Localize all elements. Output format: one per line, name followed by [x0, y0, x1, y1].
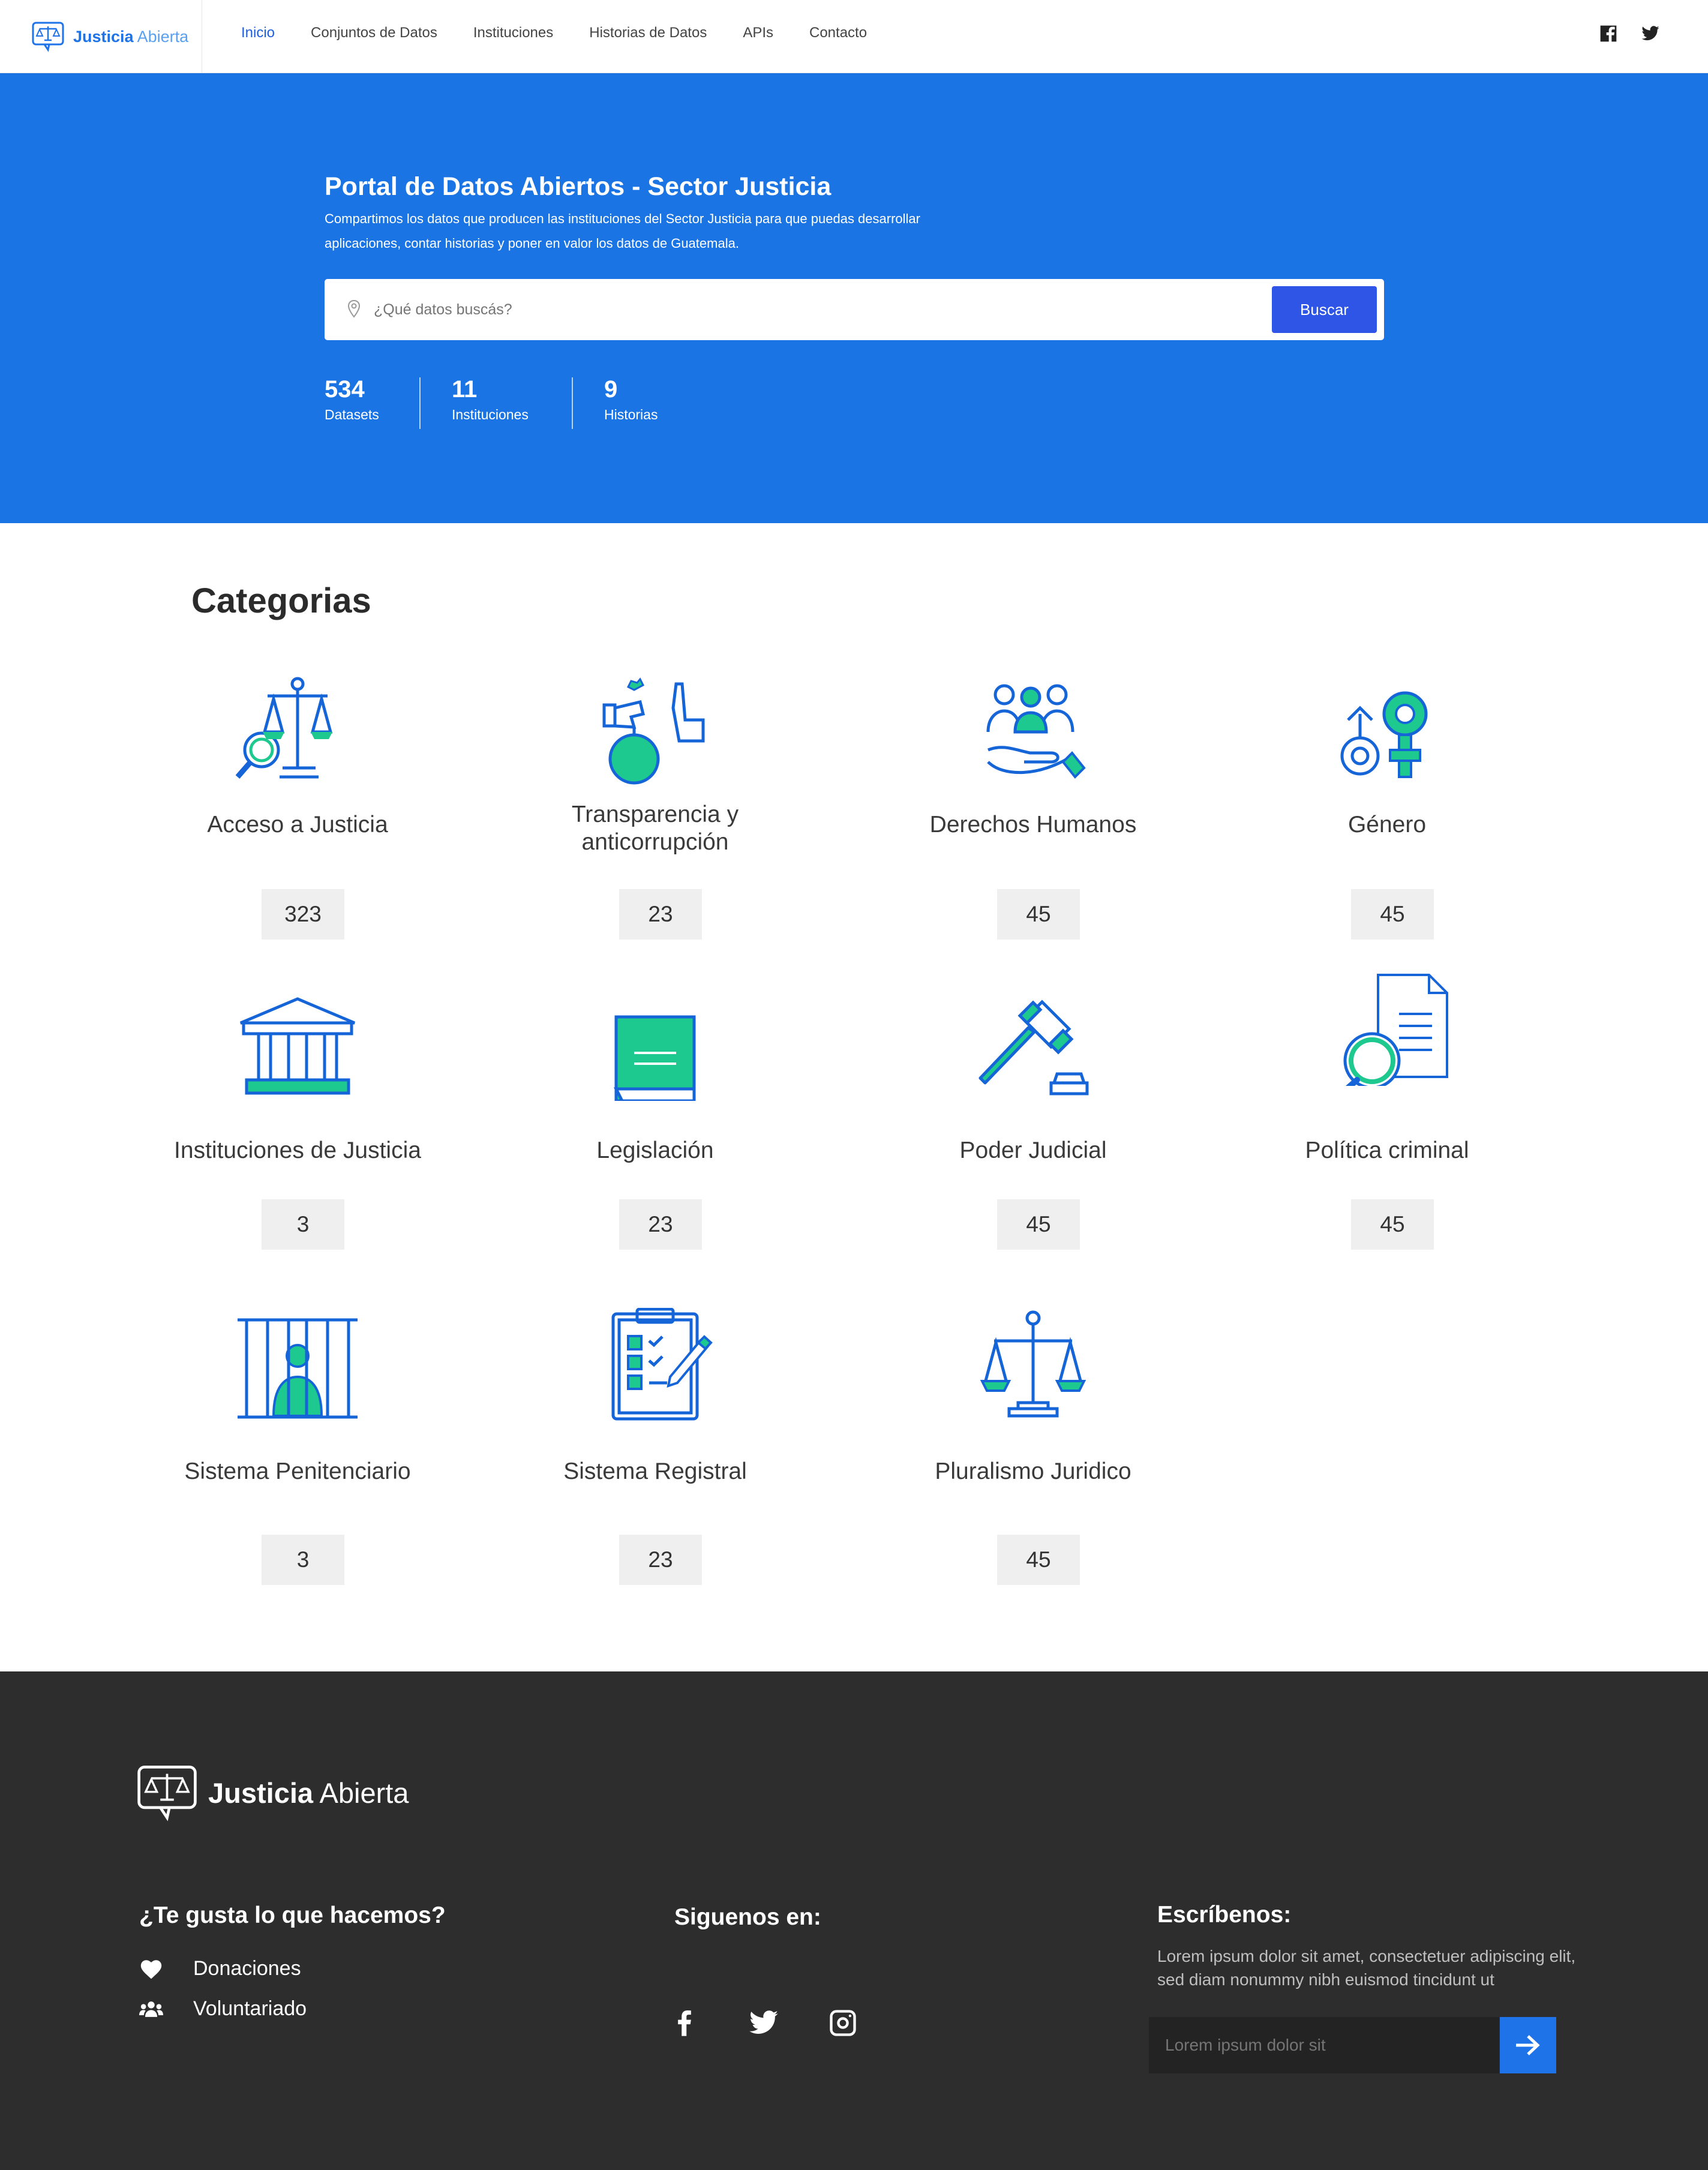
category-count-badge: 23 [619, 889, 702, 940]
search-button[interactable]: Buscar [1272, 286, 1377, 333]
stat-number: 534 [325, 376, 365, 403]
hero-subtitle: Compartimos los datos que producen las i… [325, 211, 920, 251]
nav-apis[interactable]: APIs [743, 25, 773, 41]
scales-logo-icon [32, 22, 64, 52]
category-count-badge: 23 [619, 1535, 702, 1585]
prison-icon [238, 1318, 358, 1419]
header-social [1599, 24, 1660, 43]
category-name: Sistema Registral [563, 1458, 747, 1484]
category-name: Legislación [596, 1137, 714, 1163]
stat-number: 9 [604, 376, 618, 403]
category-card-derechos-humanos[interactable]: Derechos Humanos 45 [907, 672, 1159, 942]
category-count-badge: 23 [619, 1199, 702, 1250]
voluntariado-link[interactable]: Voluntariado [139, 1997, 307, 2021]
category-name: Derechos Humanos [929, 812, 1137, 838]
category-name: Género [1347, 812, 1427, 838]
stat-label: Instituciones [452, 407, 529, 422]
newsletter-input[interactable] [1149, 2017, 1499, 2073]
instagram-icon[interactable] [827, 2007, 858, 2039]
category-count-badge: 45 [997, 1535, 1080, 1585]
nav-inicio[interactable]: Inicio [241, 25, 275, 41]
category-count-badge: 45 [997, 1199, 1080, 1250]
stat-label: Historias [604, 407, 658, 422]
hero-title: Portal de Datos Abiertos - Sector Justic… [325, 172, 832, 201]
gavel-icon [978, 1000, 1089, 1095]
site-logo[interactable]: Justicia Abierta [0, 0, 202, 73]
category-card-poder-judicial[interactable]: Poder Judicial 45 [907, 987, 1159, 1251]
bribe-hand-icon [602, 677, 705, 785]
donaciones-label: Donaciones [193, 1957, 301, 1980]
main-nav: Inicio Conjuntos de Datos Instituciones … [241, 0, 867, 66]
category-card-transparencia[interactable]: Transparencia y anticorrupción 23 [529, 672, 781, 942]
category-card-legislacion[interactable]: Legislación 23 [529, 987, 781, 1251]
write-text: Lorem ipsum dolor sit amet, consectetuer… [1157, 1947, 1576, 1989]
facebook-icon[interactable] [669, 2007, 700, 2039]
stat-label: Datasets [325, 407, 379, 422]
hero-banner: Portal de Datos Abiertos - Sector Justic… [0, 73, 1708, 523]
categories-heading: Categorias [191, 581, 371, 620]
category-card-instituciones-de-justicia[interactable]: Instituciones de Justicia 3 [172, 987, 424, 1251]
heart-icon [140, 1959, 162, 1979]
footer-logo-text: Justicia Abierta [208, 1777, 409, 1809]
write-heading: Escríbenos: [1157, 1902, 1292, 1928]
twitter-icon[interactable] [748, 2007, 779, 2039]
like-heading: ¿Te gusta lo que hacemos? [139, 1902, 446, 1928]
category-name: Transparencia y anticorrupción [571, 802, 739, 855]
arrow-right-icon [1516, 2035, 1540, 2055]
category-name: Sistema Penitenciario [184, 1458, 411, 1484]
top-navbar: Justicia Abierta Inicio Conjuntos de Dat… [0, 0, 1708, 73]
stat-divider [419, 377, 421, 429]
category-count-badge: 45 [997, 889, 1080, 940]
gender-icon [1340, 691, 1428, 778]
voluntariado-label: Voluntariado [193, 1997, 307, 2020]
follow-heading: Siguenos en: [674, 1904, 821, 1930]
facebook-icon[interactable] [1599, 24, 1618, 43]
nav-historias-de-datos[interactable]: Historias de Datos [589, 25, 707, 41]
search-input[interactable] [374, 292, 1154, 327]
nav-contacto[interactable]: Contacto [809, 25, 867, 41]
twitter-icon[interactable] [1641, 24, 1660, 43]
newsletter-submit-button[interactable] [1500, 2017, 1556, 2073]
group-icon [139, 2001, 163, 2017]
category-count-badge: 3 [262, 1535, 344, 1585]
category-card-politica-criminal[interactable]: Política criminal 45 [1261, 972, 1513, 1251]
category-name: Acceso a Justicia [207, 812, 388, 838]
category-count-badge: 45 [1351, 889, 1434, 940]
people-hand-icon [986, 684, 1086, 779]
footer-logo[interactable]: Justicia Abierta [136, 1761, 409, 1824]
stat-divider [572, 377, 573, 429]
category-card-genero[interactable]: Género 45 [1261, 672, 1513, 942]
page: Justicia Abierta Inicio Conjuntos de Dat… [0, 0, 1708, 2170]
clipboard-checklist-icon [611, 1308, 713, 1421]
book-icon [613, 1015, 696, 1101]
category-card-sistema-penitenciario[interactable]: Sistema Penitenciario 3 [172, 1308, 424, 1585]
footer-social [669, 2007, 858, 2039]
scales-icon [980, 1310, 1086, 1418]
category-count-badge: 3 [262, 1199, 344, 1250]
nav-instituciones[interactable]: Instituciones [473, 25, 553, 41]
category-card-acceso-a-justicia[interactable]: Acceso a Justicia 323 [172, 672, 424, 942]
courthouse-icon [240, 997, 355, 1095]
stat-instituciones: 11 Instituciones [452, 376, 529, 423]
logo-text: Justicia Abierta [73, 27, 189, 46]
donaciones-link[interactable]: Donaciones [139, 1957, 301, 1980]
category-card-pluralismo-juridico[interactable]: Pluralismo Juridico 45 [907, 1308, 1159, 1585]
category-name: Instituciones de Justicia [174, 1137, 421, 1163]
category-name: Pluralismo Juridico [935, 1458, 1131, 1484]
nav-conjuntos-de-datos[interactable]: Conjuntos de Datos [311, 25, 437, 41]
document-search-icon [1343, 974, 1448, 1086]
scales-magnifier-icon [235, 677, 333, 779]
category-count-badge: 323 [262, 889, 344, 940]
category-count-badge: 45 [1351, 1199, 1434, 1250]
stat-datasets: 534 Datasets [325, 376, 379, 423]
scales-logo-icon [137, 1766, 197, 1821]
stat-historias: 9 Historias [604, 376, 658, 423]
category-card-sistema-registral[interactable]: Sistema Registral 23 [529, 1308, 781, 1585]
site-footer: Justicia Abierta ¿Te gusta lo que hacemo… [0, 1671, 1708, 2170]
category-name: Política criminal [1305, 1137, 1469, 1163]
search-bar: Buscar [325, 279, 1384, 340]
stat-number: 11 [452, 376, 478, 403]
category-name: Poder Judicial [959, 1137, 1107, 1163]
location-pin-icon [347, 299, 361, 318]
